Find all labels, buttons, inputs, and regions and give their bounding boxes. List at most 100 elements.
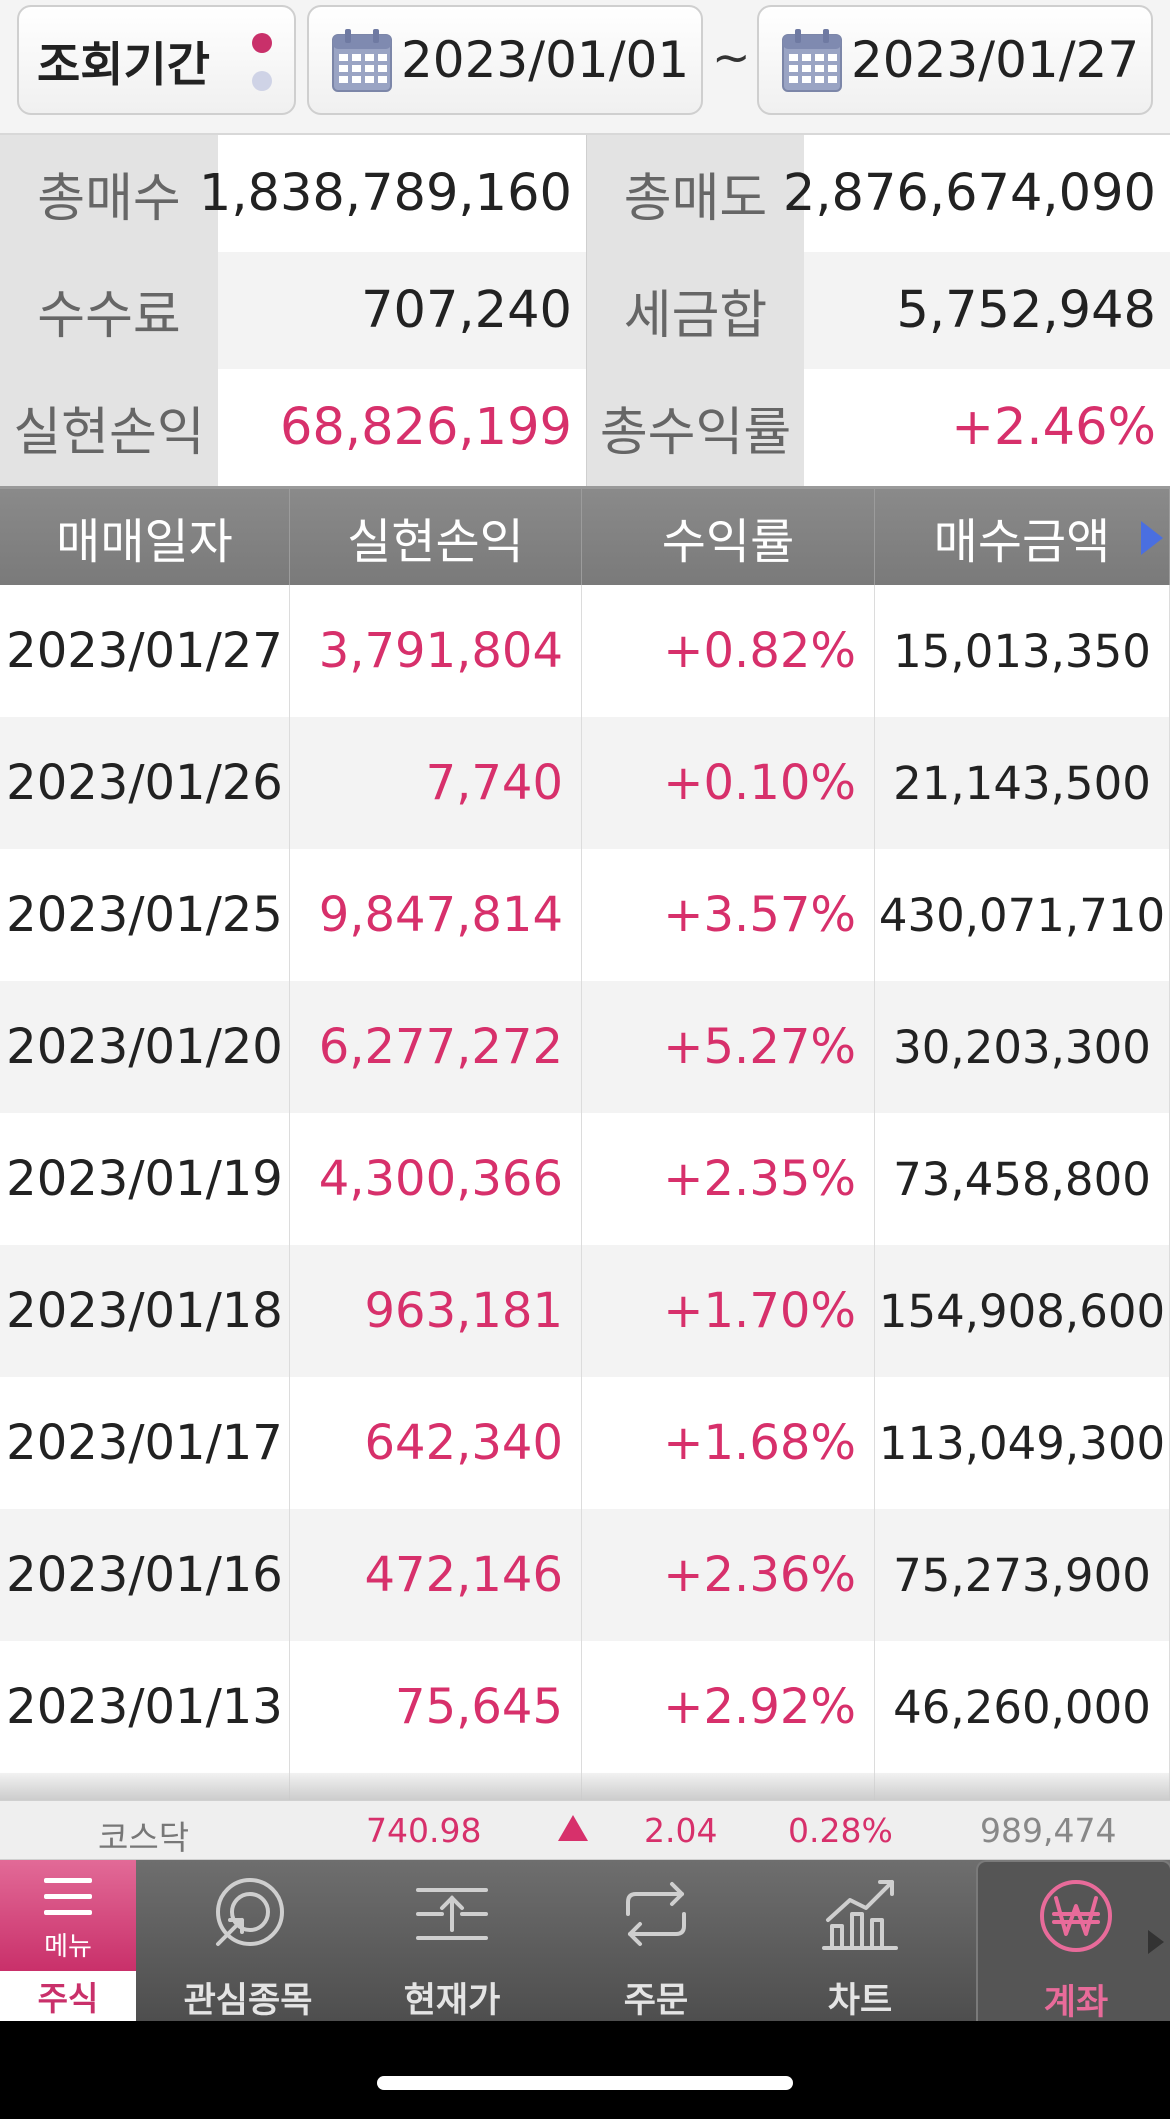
total-buy-value: 1,838,789,160 (199, 135, 586, 252)
end-date-picker[interactable]: 2023/01/27 (757, 5, 1153, 115)
return-rate: +3.57% (582, 849, 875, 981)
nav-next-icon[interactable] (1148, 1930, 1164, 1954)
nav-item-label: 관심종목 (183, 1981, 313, 2021)
table-row[interactable]: 2023/01/18 963,181 +1.70% 154,908,600 (0, 1245, 1170, 1377)
total-sell-label: 총매도 (586, 135, 804, 252)
ticker-index-rate: 0.28% (788, 1811, 893, 1850)
summary-row: 수수료 707,240 세금합 5,752,948 (0, 252, 1170, 369)
start-date-picker[interactable]: 2023/01/01 (307, 5, 703, 115)
total-return-value: +2.46% (804, 369, 1170, 486)
ticker-index-volume: 989,474 (980, 1811, 1117, 1850)
trade-date: 2023/01/13 (0, 1641, 290, 1773)
period-selector-button[interactable]: 조회기간 (17, 5, 296, 115)
nav-item-label: 차트 (827, 1981, 893, 2021)
realized-profit: 642,340 (290, 1377, 582, 1509)
realized-profit: 3,791,804 (290, 585, 582, 717)
fee-value: 707,240 (218, 252, 586, 369)
buy-amount: 113,049,300 (875, 1377, 1170, 1509)
table-row[interactable]: 2023/01/17 642,340 +1.68% 113,049,300 (0, 1377, 1170, 1509)
trade-date: 2023/01/19 (0, 1113, 290, 1245)
table-row[interactable]: 2023/01/25 9,847,814 +3.57% 430,071,710 (0, 849, 1170, 981)
scroll-right-icon[interactable] (1141, 521, 1163, 555)
column-header-return-rate[interactable]: 수익률 (582, 489, 875, 585)
nav-item-account[interactable]: 계좌 (976, 1860, 1170, 2021)
ticker-index-price: 740.98 (366, 1811, 482, 1850)
return-rate: +2.92% (582, 1641, 875, 1773)
buy-amount: 46,260,000 (875, 1641, 1170, 1773)
won-icon (1040, 1880, 1112, 1952)
table-row[interactable]: 2023/01/27 3,791,804 +0.82% 15,013,350 (0, 585, 1170, 717)
total-sell-value: 2,876,674,090 (783, 135, 1170, 252)
start-date-value: 2023/01/01 (401, 31, 690, 89)
table-header: 매매일자 실현손익 수익률 매수금액 (0, 489, 1170, 585)
realized-profit: 4,300,366 (290, 1113, 582, 1245)
period-label: 조회기간 (37, 37, 210, 93)
home-indicator[interactable] (377, 2076, 793, 2090)
ticker-index-name: 코스닥 (98, 1818, 190, 1857)
realized-profit: 6,277,272 (290, 981, 582, 1113)
scroll-fade (0, 1772, 1170, 1800)
trade-date: 2023/01/18 (0, 1245, 290, 1377)
end-date-value: 2023/01/27 (851, 31, 1140, 89)
bottom-navigation: 메뉴 주식 관심종목 현재가 주문 차트 계좌 (0, 1860, 1170, 2021)
trade-date: 2023/01/20 (0, 981, 290, 1113)
return-rate: +1.68% (582, 1377, 875, 1509)
table-row[interactable]: 2023/01/26 7,740 +0.10% 21,143,500 (0, 717, 1170, 849)
realized-profit-value: 68,826,199 (218, 369, 586, 486)
nav-item-watchlist[interactable]: 관심종목 (150, 1860, 346, 2021)
up-arrow-icon (558, 1815, 588, 1841)
chart-icon (822, 1880, 898, 1950)
watchlist-icon (216, 1878, 284, 1946)
nav-item-order[interactable]: 주문 (558, 1860, 754, 2021)
menu-label: 메뉴 (44, 1932, 92, 1962)
nav-item-current-price[interactable]: 현재가 (354, 1860, 550, 2021)
return-rate: +5.27% (582, 981, 875, 1113)
table-row[interactable]: 2023/01/19 4,300,366 +2.35% 73,458,800 (0, 1113, 1170, 1245)
nav-item-label: 주문 (623, 1981, 689, 2021)
trade-date: 2023/01/25 (0, 849, 290, 981)
return-rate: +2.36% (582, 1509, 875, 1641)
menu-button[interactable]: 메뉴 주식 (0, 1860, 136, 2021)
realized-profit: 9,847,814 (290, 849, 582, 981)
table-row[interactable]: 2023/01/16 472,146 +2.36% 75,273,900 (0, 1509, 1170, 1641)
hamburger-icon (44, 1878, 92, 1916)
trade-date: 2023/01/17 (0, 1377, 290, 1509)
calendar-icon (332, 29, 392, 92)
summary-row: 실현손익 68,826,199 총수익률 +2.46% (0, 369, 1170, 486)
nav-item-chart[interactable]: 차트 (762, 1860, 958, 2021)
order-icon (626, 1882, 686, 1946)
trade-table[interactable]: 2023/01/27 3,791,804 +0.82% 15,013,350 2… (0, 585, 1170, 1800)
realized-profit: 472,146 (290, 1509, 582, 1641)
trade-date: 2023/01/16 (0, 1509, 290, 1641)
tax-total-value: 5,752,948 (804, 252, 1170, 369)
table-row[interactable]: 2023/01/13 75,645 +2.92% 46,260,000 (0, 1641, 1170, 1773)
summary-panel: 총매수 1,838,789,160 총매도 2,876,674,090 수수료 … (0, 135, 1170, 489)
period-filter-bar: 조회기간 2023/01/01 ~ 2023/01/27 (0, 0, 1170, 135)
buy-amount: 75,273,900 (875, 1509, 1170, 1641)
current-price-icon (416, 1888, 488, 1940)
summary-row: 총매수 1,838,789,160 총매도 2,876,674,090 (0, 135, 1170, 252)
total-return-label: 총수익률 (586, 369, 804, 486)
fee-label: 수수료 (0, 252, 218, 369)
nav-item-label: 현재가 (403, 1981, 501, 2021)
return-rate: +1.70% (582, 1245, 875, 1377)
column-header-buy-amount[interactable]: 매수금액 (875, 489, 1170, 585)
return-rate: +2.35% (582, 1113, 875, 1245)
table-row[interactable]: 2023/01/20 6,277,272 +5.27% 30,203,300 (0, 981, 1170, 1113)
column-header-realized-profit[interactable]: 실현손익 (290, 489, 582, 585)
trade-date: 2023/01/27 (0, 585, 290, 717)
buy-amount: 15,013,350 (875, 585, 1170, 717)
column-header-buy-amount-label: 매수금액 (933, 514, 1111, 570)
realized-profit-label: 실현손익 (0, 369, 218, 486)
ticker-index-change: 2.04 (644, 1811, 718, 1850)
return-rate: +0.10% (582, 717, 875, 849)
tax-total-label: 세금합 (586, 252, 804, 369)
menu-category-label: 주식 (37, 1979, 99, 2018)
market-ticker[interactable]: 코스닥 740.98 2.04 0.28% 989,474 (0, 1800, 1170, 1860)
trade-date: 2023/01/26 (0, 717, 290, 849)
buy-amount: 154,908,600 (875, 1245, 1170, 1377)
nav-item-label: 계좌 (1043, 1983, 1109, 2021)
total-buy-label: 총매수 (0, 135, 218, 252)
app-screen: 조회기간 2023/01/01 ~ 2023/01/27 총매수 1,838,7… (0, 0, 1170, 2021)
column-header-trade-date[interactable]: 매매일자 (0, 489, 290, 585)
